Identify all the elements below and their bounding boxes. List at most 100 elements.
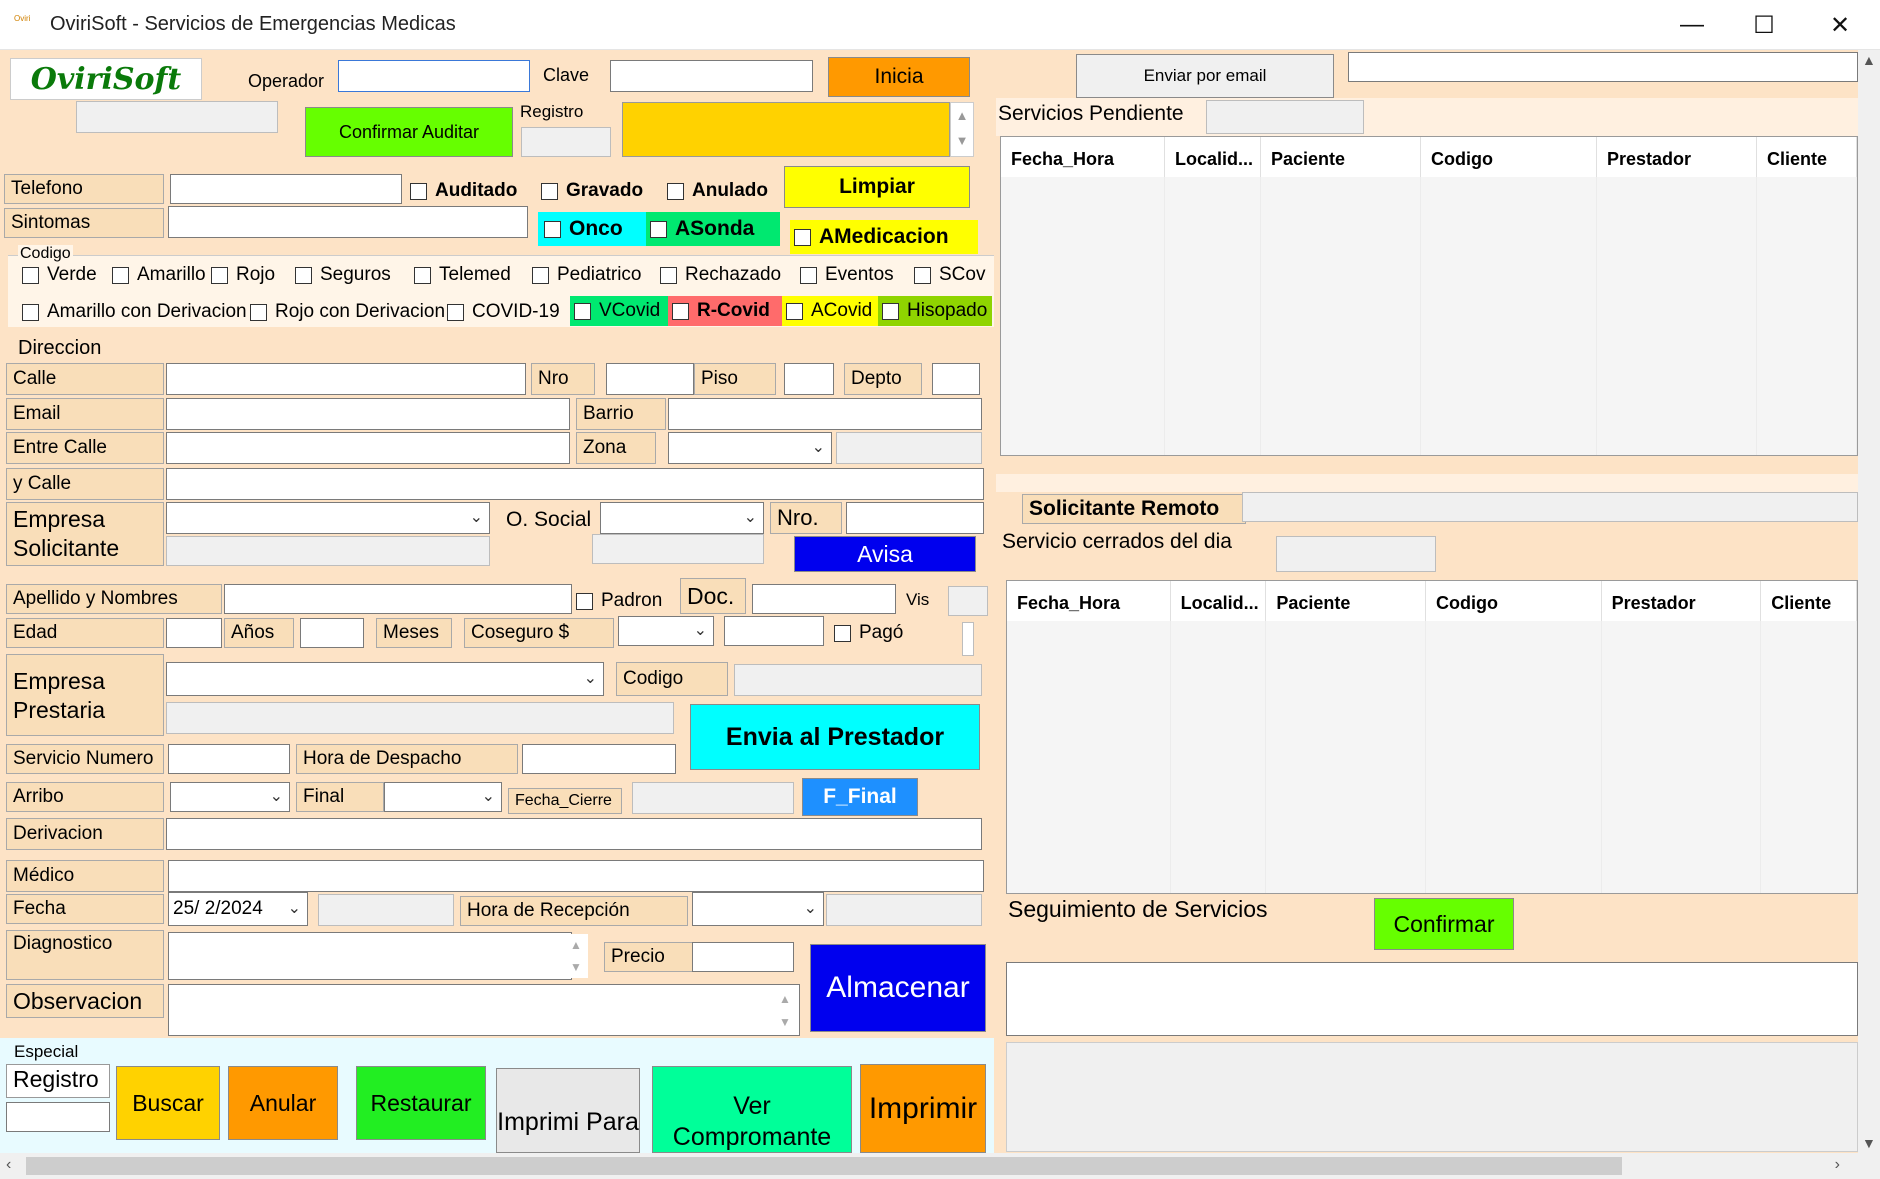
- seguros-checkbox[interactable]: Seguros: [295, 264, 391, 286]
- doc-input[interactable]: [752, 584, 896, 614]
- confirmar-button[interactable]: Confirmar: [1374, 898, 1514, 950]
- servicio-numero-input[interactable]: [168, 744, 290, 774]
- hisopado-checkbox[interactable]: Hisopado: [878, 296, 992, 326]
- depto-input[interactable]: [932, 363, 980, 395]
- scroll-left-icon[interactable]: ‹: [6, 1156, 11, 1174]
- acovid-checkbox-box[interactable]: [786, 302, 803, 320]
- email-send-input[interactable]: [1348, 52, 1858, 82]
- rechazado-checkbox[interactable]: Rechazado: [660, 264, 781, 286]
- col-localidad[interactable]: Localid...: [1165, 137, 1261, 177]
- rojo-derivacion-checkbox[interactable]: Rojo con Derivacion: [250, 301, 445, 323]
- vcovid-checkbox-box[interactable]: [574, 302, 591, 320]
- amarillo-checkbox[interactable]: Amarillo: [112, 264, 206, 286]
- hscroll-thumb[interactable]: [26, 1157, 1622, 1175]
- coseguro-dropdown[interactable]: ⌄: [618, 616, 714, 646]
- edad-input[interactable]: [166, 618, 222, 648]
- rcovid-checkbox-box[interactable]: [672, 302, 689, 320]
- telemed-checkbox-box[interactable]: [414, 266, 431, 284]
- col-codigo[interactable]: Codigo: [1426, 581, 1602, 621]
- covid19-checkbox[interactable]: COVID-19: [447, 301, 560, 323]
- hisopado-checkbox-box[interactable]: [882, 302, 899, 320]
- vertical-scrollbar[interactable]: ▲ ▼: [1858, 50, 1880, 1153]
- col-fecha-hora[interactable]: Fecha_Hora: [1001, 137, 1165, 177]
- empresa-solicitante-dropdown[interactable]: ⌄: [166, 502, 490, 534]
- arribo-dropdown[interactable]: ⌄: [170, 782, 290, 812]
- padron-checkbox-box[interactable]: [576, 592, 593, 610]
- scroll-right-icon[interactable]: ›: [1835, 1156, 1840, 1174]
- observacion-scroll[interactable]: ▲ ▼: [772, 988, 798, 1034]
- nro-input[interactable]: [606, 363, 694, 395]
- verde-checkbox[interactable]: Verde: [22, 264, 97, 286]
- operador-input[interactable]: [338, 60, 530, 92]
- covid19-checkbox-box[interactable]: [447, 303, 464, 321]
- seguros-checkbox-box[interactable]: [295, 266, 312, 284]
- ver-compromante-button[interactable]: Ver Compromante: [652, 1066, 852, 1153]
- rcovid-checkbox[interactable]: R-Covid: [668, 296, 782, 326]
- pago-scroll[interactable]: [962, 622, 974, 656]
- close-button[interactable]: ✕: [1802, 0, 1878, 50]
- inicia-button[interactable]: Inicia: [828, 57, 970, 97]
- pago-checkbox[interactable]: Pagó: [834, 622, 903, 644]
- sintomas-input[interactable]: [168, 206, 528, 238]
- rojo-checkbox[interactable]: Rojo: [211, 264, 275, 286]
- empresa-prestaria-dropdown[interactable]: ⌄: [166, 662, 604, 696]
- amedicacion-checkbox[interactable]: AMedicacion: [790, 220, 978, 254]
- clave-input[interactable]: [610, 60, 813, 92]
- gravado-checkbox-box[interactable]: [541, 182, 558, 200]
- registro-search-input[interactable]: [6, 1102, 110, 1132]
- rojo-derivacion-checkbox-box[interactable]: [250, 303, 267, 321]
- diagnostico-scroll[interactable]: ▲ ▼: [564, 934, 588, 978]
- seguimiento-list[interactable]: [1006, 1042, 1858, 1152]
- email-input[interactable]: [166, 398, 570, 430]
- cerrados-grid[interactable]: Fecha_Hora Localid... Paciente Codigo Pr…: [1006, 580, 1858, 894]
- col-paciente[interactable]: Paciente: [1261, 137, 1421, 177]
- col-prestador[interactable]: Prestador: [1597, 137, 1757, 177]
- calle-input[interactable]: [166, 363, 526, 395]
- piso-input[interactable]: [784, 363, 834, 395]
- confirmar-auditar-button[interactable]: Confirmar Auditar: [305, 107, 513, 157]
- buscar-button[interactable]: Buscar: [116, 1066, 220, 1140]
- scroll-up-icon[interactable]: ▲: [1862, 52, 1876, 68]
- acovid-checkbox[interactable]: ACovid: [782, 296, 878, 326]
- medico-input[interactable]: [168, 860, 984, 892]
- enviar-email-button[interactable]: Enviar por email: [1076, 54, 1334, 98]
- final-dropdown[interactable]: ⌄: [384, 782, 502, 812]
- anulado-checkbox-box[interactable]: [667, 182, 684, 200]
- auditado-checkbox[interactable]: Auditado: [410, 180, 517, 202]
- amarillo-derivacion-checkbox[interactable]: Amarillo con Derivacion: [22, 301, 247, 323]
- hora-despacho-input[interactable]: [522, 744, 676, 774]
- hora-recepcion-dropdown[interactable]: ⌄: [692, 892, 824, 926]
- imprimi-para-button[interactable]: Imprimi Para: [496, 1068, 640, 1153]
- y-calle-input[interactable]: [166, 468, 984, 500]
- amarillo-checkbox-box[interactable]: [112, 266, 129, 284]
- horizontal-scrollbar[interactable]: ‹ ›: [0, 1153, 1858, 1179]
- telemed-checkbox[interactable]: Telemed: [414, 264, 511, 286]
- anulado-checkbox[interactable]: Anulado: [667, 180, 768, 202]
- fecha-picker[interactable]: 25/ 2/2024 ⌄: [168, 892, 308, 926]
- scov-checkbox[interactable]: SCov: [914, 264, 985, 286]
- rechazado-checkbox-box[interactable]: [660, 266, 677, 284]
- derivacion-input[interactable]: [166, 818, 982, 850]
- col-prestador[interactable]: Prestador: [1602, 581, 1762, 621]
- notes-box[interactable]: [622, 102, 950, 157]
- eventos-checkbox[interactable]: Eventos: [800, 264, 894, 286]
- onco-checkbox-box[interactable]: [544, 220, 561, 238]
- minimize-button[interactable]: —: [1654, 0, 1730, 50]
- pediatrico-checkbox[interactable]: Pediatrico: [532, 264, 642, 286]
- precio-input[interactable]: [692, 942, 794, 972]
- vcovid-checkbox[interactable]: VCovid: [570, 296, 668, 326]
- avisa-button[interactable]: Avisa: [794, 536, 976, 572]
- meses-input[interactable]: [300, 618, 364, 648]
- col-localidad[interactable]: Localid...: [1171, 581, 1267, 621]
- col-codigo[interactable]: Codigo: [1421, 137, 1597, 177]
- seguimiento-textbox[interactable]: [1006, 962, 1858, 1036]
- imprimir-button[interactable]: Imprimir: [860, 1064, 986, 1153]
- col-cliente[interactable]: Cliente: [1761, 581, 1857, 621]
- envia-prestador-button[interactable]: Envia al Prestador: [690, 704, 980, 770]
- auditado-checkbox-box[interactable]: [410, 182, 427, 200]
- amedicacion-checkbox-box[interactable]: [794, 228, 811, 246]
- pago-checkbox-box[interactable]: [834, 624, 851, 642]
- coseguro-input[interactable]: [724, 616, 824, 646]
- padron-checkbox[interactable]: Padron: [576, 590, 662, 612]
- asonda-checkbox-box[interactable]: [650, 220, 667, 238]
